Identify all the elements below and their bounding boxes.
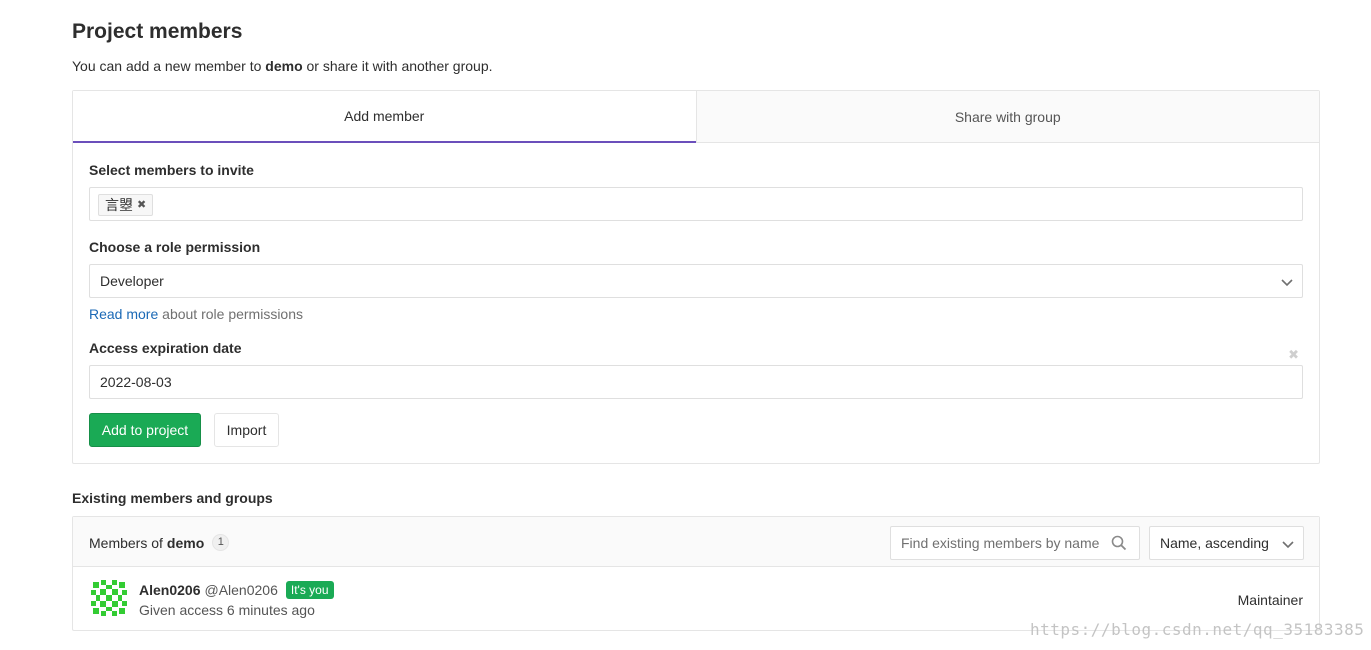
subtitle-prefix: You can add a new member to <box>72 58 266 74</box>
member-search <box>890 526 1140 560</box>
member-role: Maintainer <box>1237 592 1303 608</box>
subtitle-suffix: or share it with another group. <box>302 58 493 74</box>
members-header: Members of demo 1 Name, ascending <box>73 517 1319 567</box>
invite-label: Select members to invite <box>89 162 254 178</box>
expiration-label: Access expiration date <box>89 340 242 356</box>
member-name[interactable]: Alen0206 <box>139 582 200 598</box>
invite-token-label: 言曌 <box>105 197 133 213</box>
role-help-text: Read more about role permissions <box>89 306 303 322</box>
expiration-date-input[interactable]: 2022-08-03 <box>89 365 1303 399</box>
chevron-down-icon <box>1282 541 1294 549</box>
member-count-badge: 1 <box>212 534 230 551</box>
members-panel: Members of demo 1 Name, ascending <box>72 516 1320 631</box>
invite-token: 言曌 ✖ <box>98 194 154 216</box>
member-handle: @Alen0206 <box>204 582 278 598</box>
page-subtitle: You can add a new member to demo or shar… <box>72 58 493 74</box>
tab-share-with-group[interactable]: Share with group <box>695 91 1319 143</box>
clear-date-icon[interactable]: ✖ <box>1288 347 1299 363</box>
sort-dropdown-value: Name, ascending <box>1160 535 1269 551</box>
watermark: https://blog.csdn.net/qq_35183385 <box>1030 620 1365 639</box>
invite-members-input[interactable]: 言曌 ✖ <box>89 187 1303 221</box>
role-select-value: Developer <box>100 273 164 289</box>
members-title: Members of demo 1 <box>89 534 230 551</box>
its-you-badge: It's you <box>285 581 334 599</box>
expiration-date-value: 2022-08-03 <box>100 374 172 390</box>
remove-token-icon[interactable]: ✖ <box>137 195 146 215</box>
member-name-line: Alen0206 @Alen0206 It's you <box>139 581 334 599</box>
add-to-project-button[interactable]: Add to project <box>89 413 201 447</box>
import-button[interactable]: Import <box>214 413 279 447</box>
chevron-down-icon <box>1281 279 1293 287</box>
page-title: Project members <box>72 20 243 43</box>
search-icon[interactable] <box>1111 535 1127 551</box>
member-access-time: Given access 6 minutes ago <box>139 602 315 618</box>
read-more-link[interactable]: Read more <box>89 306 158 322</box>
member-search-input[interactable] <box>891 527 1111 559</box>
sort-dropdown[interactable]: Name, ascending <box>1149 526 1304 560</box>
tab-add-member[interactable]: Add member <box>73 91 696 143</box>
role-help-suffix: about role permissions <box>158 306 304 322</box>
role-select[interactable]: Developer <box>89 264 1303 298</box>
add-member-card: Add member Share with group Select membe… <box>72 90 1320 464</box>
existing-members-title: Existing members and groups <box>72 490 273 506</box>
role-label: Choose a role permission <box>89 239 261 255</box>
member-tabs: Add member Share with group <box>73 91 1319 143</box>
members-of-label: Members of <box>89 534 163 551</box>
avatar[interactable] <box>89 578 129 618</box>
members-project-name: demo <box>166 534 205 551</box>
subtitle-project-name: demo <box>265 58 303 74</box>
